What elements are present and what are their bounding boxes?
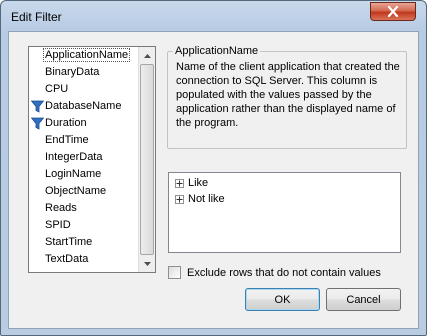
title-bar[interactable]: Edit Filter	[1, 1, 426, 31]
column-item-label: StartTime	[45, 236, 93, 248]
expand-icon[interactable]	[175, 194, 184, 204]
column-item-label: ObjectName	[45, 185, 107, 197]
operator-not-like-label: Not like	[188, 193, 225, 205]
column-item[interactable]: LoginName	[29, 166, 139, 183]
column-description-text: Name of the client application that crea…	[176, 61, 400, 129]
filter-icon	[31, 100, 44, 113]
column-item-label: ApplicationName	[42, 48, 131, 62]
column-item-label: LoginName	[45, 168, 102, 180]
operator-not-like[interactable]: Not like	[175, 192, 225, 206]
column-item[interactable]: IntegerData	[29, 149, 139, 166]
close-button[interactable]	[370, 2, 416, 21]
dialog-client-area: ApplicationName BinaryData CPU DatabaseName…	[8, 31, 419, 329]
chevron-down-icon	[143, 261, 151, 266]
exclude-rows-label: Exclude rows that do not contain values	[187, 266, 381, 279]
column-item-label: IntegerData	[45, 151, 103, 163]
column-item[interactable]: Duration	[29, 115, 139, 132]
column-item[interactable]: ApplicationName	[29, 47, 139, 64]
column-item-label: BinaryData	[45, 66, 100, 78]
column-item[interactable]: TextData	[29, 251, 139, 268]
column-item[interactable]: StartTime	[29, 234, 139, 251]
column-item[interactable]: EndTime	[29, 132, 139, 149]
operator-like[interactable]: Like	[175, 176, 208, 190]
ok-button[interactable]: OK	[245, 288, 320, 311]
filter-icon	[31, 117, 44, 130]
cancel-button[interactable]: Cancel	[326, 288, 401, 311]
scroll-thumb[interactable]	[140, 64, 154, 255]
column-item[interactable]: Reads	[29, 200, 139, 217]
edit-filter-dialog: Edit Filter ApplicationName BinaryData CPU…	[0, 0, 427, 336]
column-item-label: Duration	[45, 117, 87, 129]
column-item-label: EndTime	[45, 134, 89, 146]
column-list[interactable]: ApplicationName BinaryData CPU DatabaseName…	[28, 46, 156, 273]
exclude-rows-option[interactable]: Exclude rows that do not contain values	[168, 266, 381, 279]
exclude-rows-checkbox[interactable]	[168, 266, 181, 279]
column-item[interactable]: ObjectName	[29, 183, 139, 200]
column-description-heading: ApplicationName	[173, 45, 261, 57]
column-item-label: TextData	[45, 253, 89, 265]
column-item[interactable]: SPID	[29, 217, 139, 234]
column-item-label: DatabaseName	[45, 100, 122, 112]
column-item[interactable]: BinaryData	[29, 64, 139, 81]
scroll-down-arrow[interactable]	[139, 255, 155, 272]
operator-like-label: Like	[188, 177, 209, 189]
window-title: Edit Filter	[11, 10, 62, 24]
column-item[interactable]: CPU	[29, 81, 139, 98]
filter-operator-tree[interactable]: Like Not like	[168, 172, 401, 253]
column-item-label: Reads	[45, 202, 77, 214]
vertical-scrollbar[interactable]	[138, 47, 155, 272]
column-item-label: CPU	[45, 83, 69, 95]
chevron-up-icon	[143, 53, 151, 58]
scroll-up-arrow[interactable]	[139, 47, 155, 64]
column-item-label: SPID	[45, 219, 71, 231]
expand-icon[interactable]	[175, 178, 184, 188]
column-item[interactable]: DatabaseName	[29, 98, 139, 115]
close-icon	[387, 6, 399, 17]
